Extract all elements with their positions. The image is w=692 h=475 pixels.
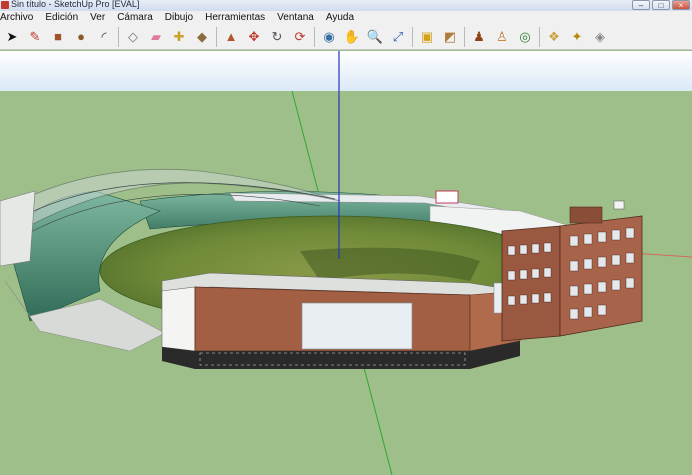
sketchup-app-icon: [1, 1, 9, 9]
historic-pavilion-left: [501, 225, 561, 342]
main-toolbar: ➤ ✎ ■ ● ◜ ◇ ▰ ✚ ◆ ▲ ✥ ↻ ⟳ ◉ ✋ 🔍 ⤢ ▣ ◩ ♟ ♙ ◎ ❖ ✦ ◈: [0, 24, 692, 50]
push-pull-tool-button[interactable]: ▲: [221, 27, 241, 47]
eraser-icon: ▰: [151, 28, 161, 44]
orbit-tool-button[interactable]: ◉: [319, 27, 339, 47]
materials-icon: ✦: [571, 28, 583, 44]
pencil-icon: ✎: [29, 28, 41, 44]
offset-icon: ⟳: [294, 28, 306, 44]
sky-background: [0, 51, 692, 91]
position-camera-icon: ♟: [473, 28, 485, 44]
offset-tool-button[interactable]: ⟳: [290, 27, 310, 47]
circle-icon: ●: [77, 28, 85, 44]
menu-archivo[interactable]: Archivo: [0, 12, 38, 23]
previous-view-tool-button[interactable]: ▣: [417, 27, 437, 47]
menu-bar: Archivo Edición Ver Cámara Dibujo Herramienta…: [0, 11, 692, 24]
rectangle-tool-button[interactable]: ■: [48, 27, 68, 47]
scoreboard: [435, 190, 459, 204]
styles-icon: ◈: [595, 28, 605, 44]
rectangle-icon: ■: [54, 28, 62, 44]
styles-tool-button[interactable]: ◈: [590, 27, 610, 47]
tower-flag: [613, 200, 625, 210]
eraser-tool-button[interactable]: ▰: [146, 27, 166, 47]
zoom-extents-icon: ⤢: [392, 28, 404, 44]
make-component-tool-button[interactable]: ◇: [123, 27, 143, 47]
select-icon: ➤: [6, 28, 18, 44]
position-camera-tool-button[interactable]: ♟: [469, 27, 489, 47]
move-tool-button[interactable]: ✥: [244, 27, 264, 47]
menu-edicion[interactable]: Edición: [45, 12, 83, 23]
look-around-tool-button[interactable]: ◎: [515, 27, 535, 47]
toolbar-separator: [464, 26, 465, 47]
menu-herramientas[interactable]: Herramientas: [205, 12, 270, 23]
walk-tool-button[interactable]: ♙: [492, 27, 512, 47]
menu-ver[interactable]: Ver: [90, 12, 110, 23]
menu-ayuda[interactable]: Ayuda: [326, 12, 359, 23]
rotate-icon: ↻: [271, 28, 283, 44]
make-component-icon: ◇: [128, 28, 138, 44]
drawing-viewport[interactable]: [0, 51, 692, 475]
circle-tool-button[interactable]: ●: [71, 27, 91, 47]
toolbar-separator: [539, 26, 540, 47]
maximize-button[interactable]: □: [652, 0, 670, 10]
tape-measure-tool-button[interactable]: ✚: [169, 27, 189, 47]
menu-dibujo[interactable]: Dibujo: [165, 12, 198, 23]
rotate-tool-button[interactable]: ↻: [267, 27, 287, 47]
move-icon: ✥: [248, 28, 260, 44]
arc-tool-button[interactable]: ◜: [94, 27, 114, 47]
window-title: Sin título - SketchUp Pro [EVAL]: [11, 0, 140, 9]
pavilion-tower: [569, 206, 603, 224]
pan-icon: ✋: [343, 28, 361, 44]
zoom-tool-button[interactable]: 🔍: [365, 27, 385, 47]
pavilion-left-wing: [161, 286, 196, 352]
next-view-icon: ◩: [443, 28, 457, 44]
components-tool-button[interactable]: ❖: [544, 27, 564, 47]
toolbar-separator: [412, 26, 413, 47]
materials-tool-button[interactable]: ✦: [567, 27, 587, 47]
menu-ventana[interactable]: Ventana: [277, 12, 319, 23]
paint-bucket-icon: ◆: [197, 28, 207, 44]
orbit-icon: ◉: [323, 28, 335, 44]
select-tool-button[interactable]: ➤: [2, 27, 22, 47]
toolbar-separator: [118, 26, 119, 47]
next-view-tool-button[interactable]: ◩: [440, 27, 460, 47]
minimize-button[interactable]: –: [632, 0, 650, 10]
paint-bucket-tool-button[interactable]: ◆: [192, 27, 212, 47]
zoom-extents-tool-button[interactable]: ⤢: [388, 27, 408, 47]
toolbar-separator: [216, 26, 217, 47]
look-around-icon: ◎: [519, 28, 531, 44]
close-button[interactable]: ×: [672, 0, 690, 10]
components-icon: ❖: [548, 28, 560, 44]
arc-icon: ◜: [101, 28, 107, 44]
zoom-icon: 🔍: [366, 28, 384, 44]
toolbar-separator: [314, 26, 315, 47]
previous-view-icon: ▣: [420, 28, 434, 44]
push-pull-icon: ▲: [224, 28, 238, 44]
walk-icon: ♙: [496, 28, 508, 44]
model-canvas[interactable]: [0, 51, 692, 475]
pan-tool-button[interactable]: ✋: [342, 27, 362, 47]
pencil-tool-button[interactable]: ✎: [25, 27, 45, 47]
left-tower: [0, 190, 36, 267]
tape-measure-icon: ✚: [173, 28, 185, 44]
menu-camara[interactable]: Cámara: [117, 12, 158, 23]
pavilion-glass-window: [301, 302, 413, 350]
